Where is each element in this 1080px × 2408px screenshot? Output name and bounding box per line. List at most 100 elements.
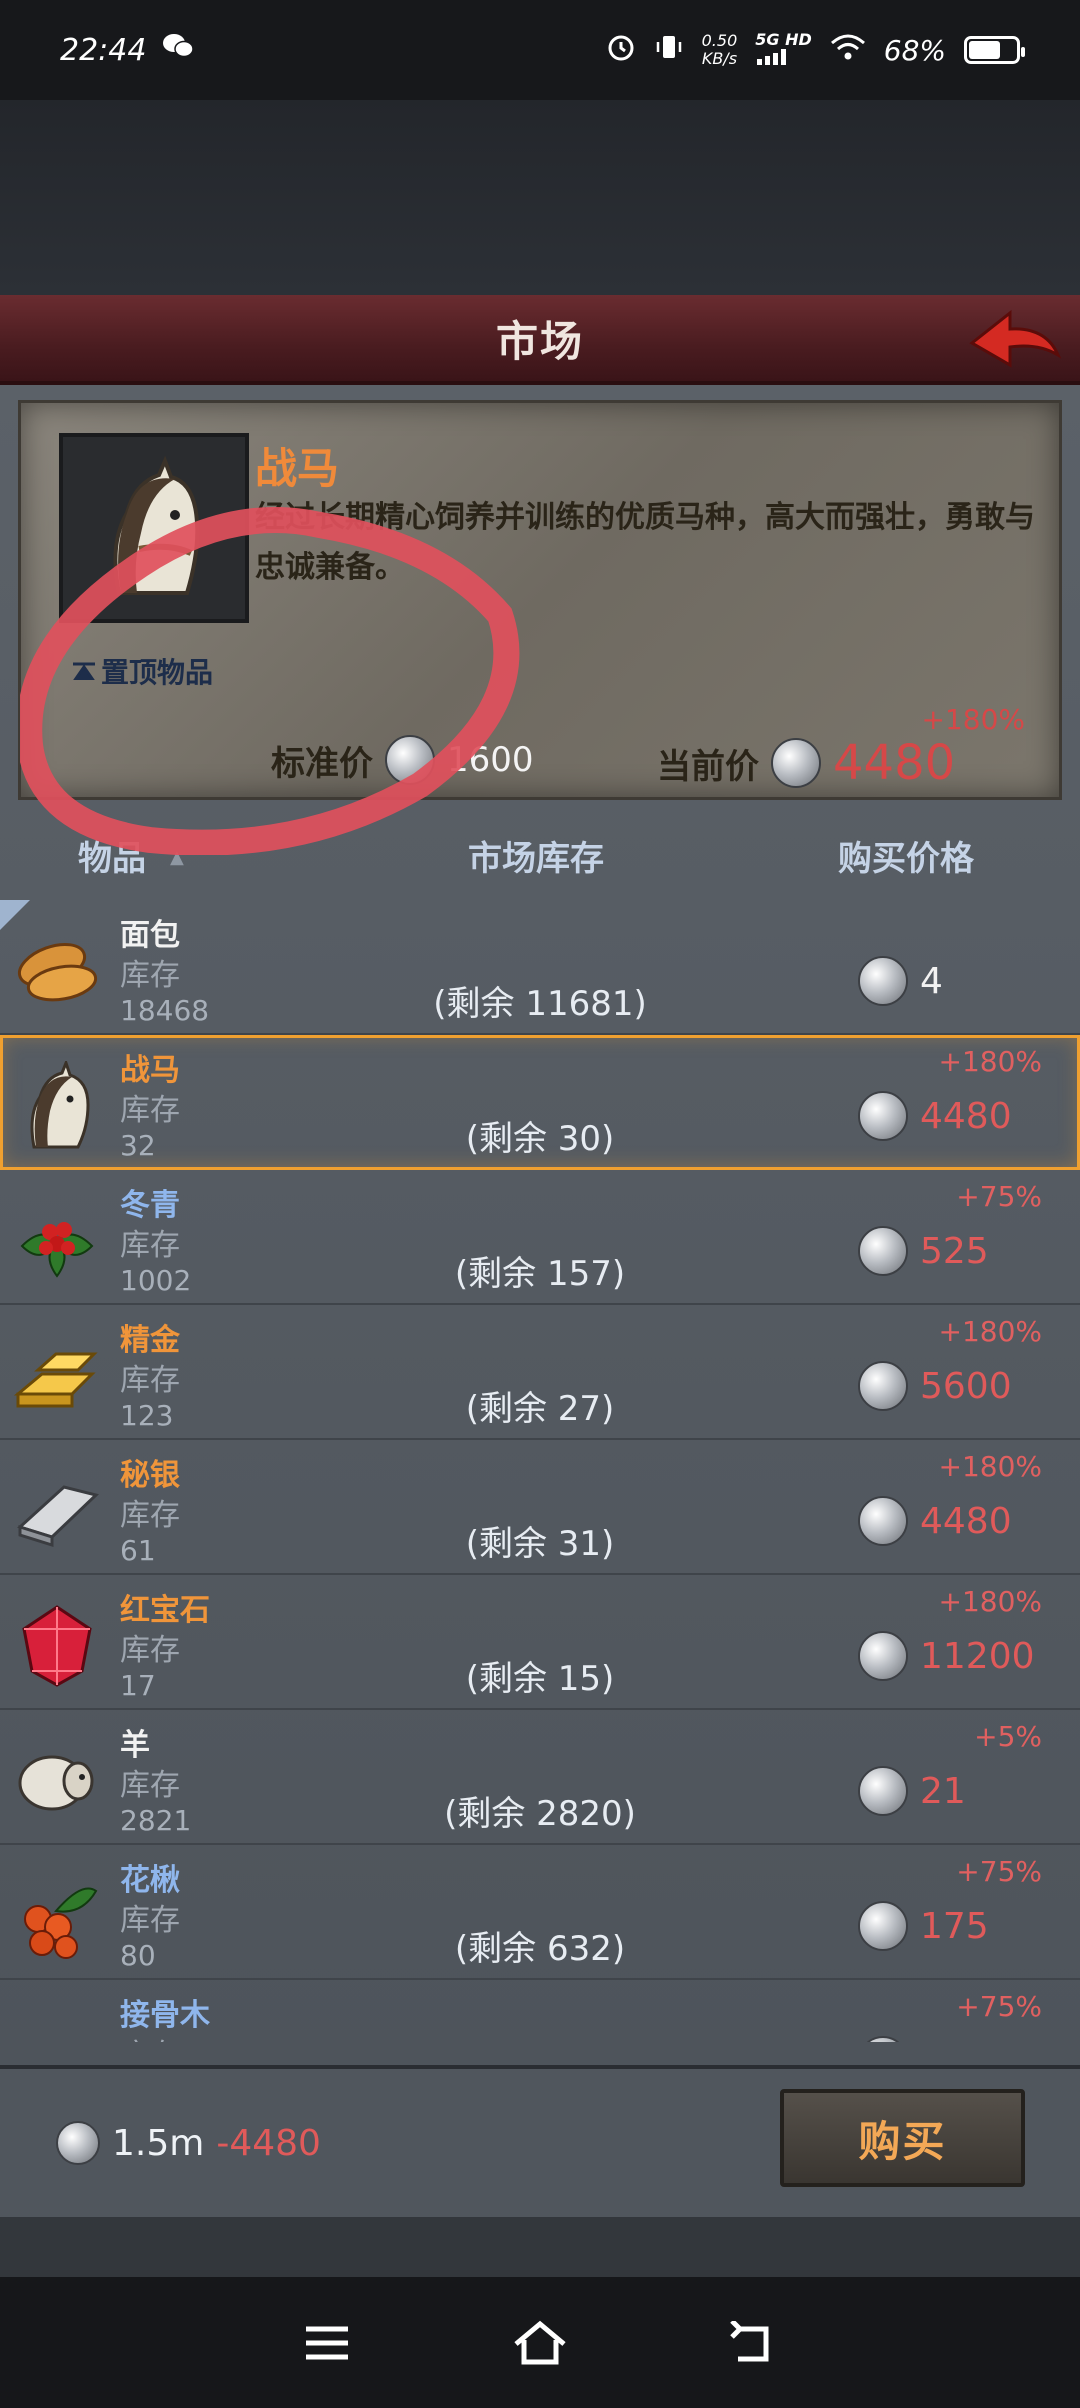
wifi-icon bbox=[830, 33, 866, 68]
system-nav-bar bbox=[0, 2277, 1080, 2408]
sort-arrow-icon: ▲ bbox=[170, 847, 184, 868]
column-buy-price[interactable]: 购买价格 bbox=[838, 831, 974, 880]
buy-price-value: 4 bbox=[920, 960, 943, 1002]
standard-price-label: 标准价 bbox=[271, 743, 373, 784]
silver-coin-icon bbox=[858, 1766, 908, 1816]
item-name: 接骨木 bbox=[120, 1998, 210, 2033]
item-row[interactable]: 精金 库存 123 (剩余 27) +180% 5600 bbox=[0, 1305, 1080, 1440]
back-button[interactable] bbox=[966, 303, 1066, 375]
buy-price: 21 bbox=[858, 1766, 966, 1816]
back-arrow-icon bbox=[969, 309, 1062, 368]
item-row[interactable]: 秘银 库存 61 (剩余 31) +180% 4480 bbox=[0, 1440, 1080, 1575]
price-change: +5% bbox=[974, 1720, 1042, 1753]
clock: 22:44 bbox=[60, 32, 147, 68]
network-speed: 0.50 KB/s bbox=[701, 31, 738, 68]
silver-coin-icon bbox=[858, 1901, 908, 1951]
price-change: +180% bbox=[938, 1315, 1042, 1348]
item-row[interactable]: 战马 库存 32 (剩余 30) +180% 4480 bbox=[0, 1035, 1080, 1170]
current-price-label: 当前价 bbox=[657, 746, 759, 787]
item-row[interactable]: 面包 库存 18468 (剩余 11681) 4 bbox=[0, 900, 1080, 1035]
page-title: 市场 bbox=[495, 316, 584, 366]
pin-item-label: 置顶物品 bbox=[101, 656, 214, 689]
item-name: 面包 bbox=[120, 918, 180, 953]
item-portrait bbox=[59, 433, 249, 623]
current-price-value: 4480 bbox=[833, 735, 956, 791]
item-name: 精金 bbox=[120, 1323, 180, 1358]
current-price: 当前价 4480 bbox=[657, 735, 955, 791]
price-change: +75% bbox=[956, 1855, 1042, 1888]
back-nav-button[interactable] bbox=[718, 2313, 788, 2373]
pin-item-toggle[interactable]: 置顶物品 bbox=[73, 651, 213, 691]
buy-bar: 1.5m -4480 购买 bbox=[0, 2069, 1080, 2217]
item-name: 红宝石 bbox=[120, 1593, 210, 1628]
buy-price: 175 bbox=[858, 1901, 989, 1951]
buy-price-value: 4480 bbox=[920, 1095, 1012, 1137]
buy-price: 280 bbox=[858, 2036, 989, 2042]
vibrate-icon bbox=[654, 32, 684, 69]
buy-price-value: 21 bbox=[920, 1770, 966, 1812]
menu-nav-button[interactable] bbox=[292, 2313, 362, 2373]
buy-price: 5600 bbox=[858, 1361, 1012, 1411]
buy-price: 4480 bbox=[858, 1091, 1012, 1141]
item-name: 花楸 bbox=[120, 1863, 180, 1898]
column-market-stock[interactable]: 市场库存 bbox=[468, 831, 604, 880]
buy-price-value: 11200 bbox=[920, 1635, 1035, 1677]
status-bar: 22:44 0.50 KB/s 5G HD 68% bbox=[0, 0, 1080, 100]
item-name: 战马 bbox=[255, 444, 340, 493]
item-row[interactable]: 冬青 库存 1002 (剩余 157) +75% 525 bbox=[0, 1170, 1080, 1305]
game-bottom-area bbox=[0, 2217, 1080, 2277]
standard-price-value: 1600 bbox=[447, 740, 534, 780]
item-name: 羊 bbox=[120, 1728, 150, 1763]
silver-coin-icon bbox=[858, 1091, 908, 1141]
item-detail-card: 置顶物品 战马 经过长期精心饲养并训练的优质马种，高大而强壮，勇敢与忠诚兼备。 … bbox=[18, 400, 1062, 800]
buy-price-value: 4480 bbox=[920, 1500, 1012, 1542]
pin-up-icon bbox=[73, 662, 95, 680]
top-backdrop bbox=[0, 100, 1080, 295]
silver-coin-icon bbox=[858, 2036, 908, 2042]
silver-coin-icon bbox=[858, 1631, 908, 1681]
item-list[interactable]: 面包 库存 18468 (剩余 11681) 4 战马 库存 32 (剩余 30) +180% 44… bbox=[0, 900, 1080, 2042]
buy-price-value: 175 bbox=[920, 1905, 989, 1947]
signal-indicator: 5G HD bbox=[755, 31, 812, 69]
silver-coin-icon bbox=[56, 2121, 100, 2165]
battery-percent: 68% bbox=[883, 33, 946, 67]
column-item[interactable]: 物品 bbox=[78, 831, 146, 880]
price-change: +75% bbox=[956, 1990, 1042, 2023]
item-name: 战马 bbox=[120, 1053, 180, 1088]
money-amount: 1.5m bbox=[112, 2122, 205, 2164]
menu-icon bbox=[305, 2326, 348, 2359]
price-change: +75% bbox=[956, 1180, 1042, 1213]
inventory-label: 库存 bbox=[120, 2030, 180, 2042]
buy-price: 4 bbox=[858, 956, 943, 1006]
buy-button-label: 购买 bbox=[858, 2116, 947, 2166]
return-icon bbox=[730, 2320, 769, 2361]
horse-icon bbox=[113, 455, 200, 595]
list-column-headers: 物品 ▲ 市场库存 购买价格 bbox=[0, 825, 1080, 885]
alarm-icon bbox=[606, 32, 636, 69]
home-nav-button[interactable] bbox=[505, 2313, 575, 2373]
item-row[interactable]: 羊库存 2821 (剩余 2820) +5% 21 bbox=[0, 1710, 1080, 1845]
item-row[interactable]: 花楸 库存 80 (剩余 632) +75% 175 bbox=[0, 1845, 1080, 1980]
item-description: 经过长期精心饲养并训练的优质马种，高大而强壮，勇敢与忠诚兼备。 bbox=[255, 500, 1035, 585]
silver-coin-icon bbox=[771, 738, 821, 788]
player-money: 1.5m -4480 bbox=[56, 2121, 321, 2165]
money-delta: -4480 bbox=[216, 2122, 321, 2164]
wechat-icon bbox=[162, 32, 195, 68]
home-icon bbox=[514, 2320, 566, 2364]
current-price-change: +180% bbox=[921, 703, 1025, 736]
price-change: +180% bbox=[938, 1450, 1042, 1483]
buy-button[interactable]: 购买 bbox=[780, 2089, 1025, 2187]
market-panel: 置顶物品 战马 经过长期精心饲养并训练的优质马种，高大而强壮，勇敢与忠诚兼备。 … bbox=[0, 385, 1080, 2065]
standard-price: 标准价 1600 bbox=[271, 735, 534, 785]
price-change: +180% bbox=[938, 1045, 1042, 1078]
buy-price-value: 280 bbox=[920, 2041, 989, 2043]
item-row[interactable]: 红宝石 库存 17 (剩余 15) +180% 11200 bbox=[0, 1575, 1080, 1710]
battery-icon bbox=[964, 36, 1025, 64]
silver-coin-icon bbox=[858, 1496, 908, 1546]
silver-coin-icon bbox=[385, 735, 435, 785]
buy-price-value: 5600 bbox=[920, 1365, 1012, 1407]
silver-coin-icon bbox=[858, 1361, 908, 1411]
item-name: 秘银 bbox=[120, 1458, 180, 1493]
item-row[interactable]: 接骨木库存 +75% 280 bbox=[0, 1980, 1080, 2042]
buy-price: 525 bbox=[858, 1226, 989, 1276]
